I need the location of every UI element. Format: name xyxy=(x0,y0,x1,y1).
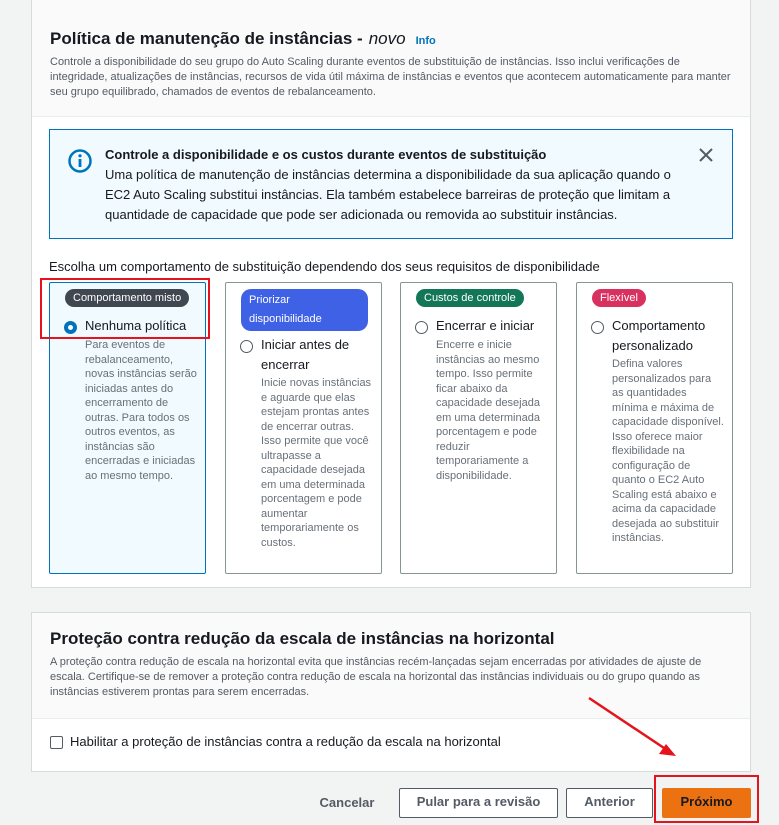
info-alert: Controle a disponibilidade e os custos d… xyxy=(49,129,733,239)
option-card-custom-behavior[interactable]: Flexível Comportamento personalizado Def… xyxy=(576,282,733,574)
maintenance-policy-description: Controle a disponibilidade do seu grupo … xyxy=(50,56,731,98)
option-description: Defina valores personalizados para as qu… xyxy=(612,358,724,544)
scale-in-protection-checkbox-label[interactable]: Habilitar a proteção de instâncias contr… xyxy=(70,734,501,749)
title-new-label: novo xyxy=(368,29,406,48)
title-text: Política de manutenção de instâncias - xyxy=(50,29,363,48)
option-description: Inicie novas instâncias e aguarde que el… xyxy=(261,377,372,549)
option-label: Iniciar antes de encerrar xyxy=(261,337,350,372)
info-link[interactable]: Info xyxy=(416,35,436,47)
option-description: Encerre e inicie instâncias ao mesmo tem… xyxy=(436,339,540,482)
skip-to-review-button[interactable]: Pular para a revisão xyxy=(399,788,558,818)
scale-in-protection-checkbox[interactable] xyxy=(50,736,63,749)
annotation-box-option xyxy=(40,278,210,339)
radio-custom-behavior[interactable] xyxy=(591,321,604,334)
previous-button[interactable]: Anterior xyxy=(566,788,653,818)
close-icon[interactable] xyxy=(698,147,714,163)
option-label: Encerrar e iniciar xyxy=(436,318,535,333)
scale-in-protection-panel: Proteção contra redução da escala de ins… xyxy=(31,612,751,772)
option-label: Comportamento personalizado xyxy=(612,318,706,353)
scale-in-protection-header: Proteção contra redução da escala de ins… xyxy=(32,613,750,719)
choose-behavior-label: Escolha um comportamento de substituição… xyxy=(49,259,600,274)
radio-launch-before-terminate[interactable] xyxy=(240,340,253,353)
badge-control-costs: Custos de controle xyxy=(416,289,524,307)
option-description: Para eventos de rebalanceamento, novas i… xyxy=(85,339,197,482)
maintenance-policy-header: Política de manutenção de instâncias - n… xyxy=(32,0,750,117)
alert-title: Controle a disponibilidade e os custos d… xyxy=(105,147,547,162)
option-card-launch-before-terminate[interactable]: Priorizar disponibilidade Iniciar antes … xyxy=(225,282,382,574)
radio-terminate-and-launch[interactable] xyxy=(415,321,428,334)
scale-in-protection-title: Proteção contra redução da escala de ins… xyxy=(50,629,555,648)
option-card-terminate-and-launch[interactable]: Custos de controle Encerrar e iniciar En… xyxy=(400,282,557,574)
annotation-box-next xyxy=(654,775,759,823)
maintenance-policy-title: Política de manutenção de instâncias - n… xyxy=(50,29,732,49)
badge-flexible: Flexível xyxy=(592,289,646,307)
alert-text: Uma política de manutenção de instâncias… xyxy=(105,167,671,222)
cancel-button[interactable]: Cancelar xyxy=(308,788,386,818)
badge-prioritize-availability: Priorizar disponibilidade xyxy=(241,289,368,331)
scale-in-protection-description: A proteção contra redução de escala na h… xyxy=(50,656,702,698)
info-circle-icon xyxy=(68,149,92,173)
